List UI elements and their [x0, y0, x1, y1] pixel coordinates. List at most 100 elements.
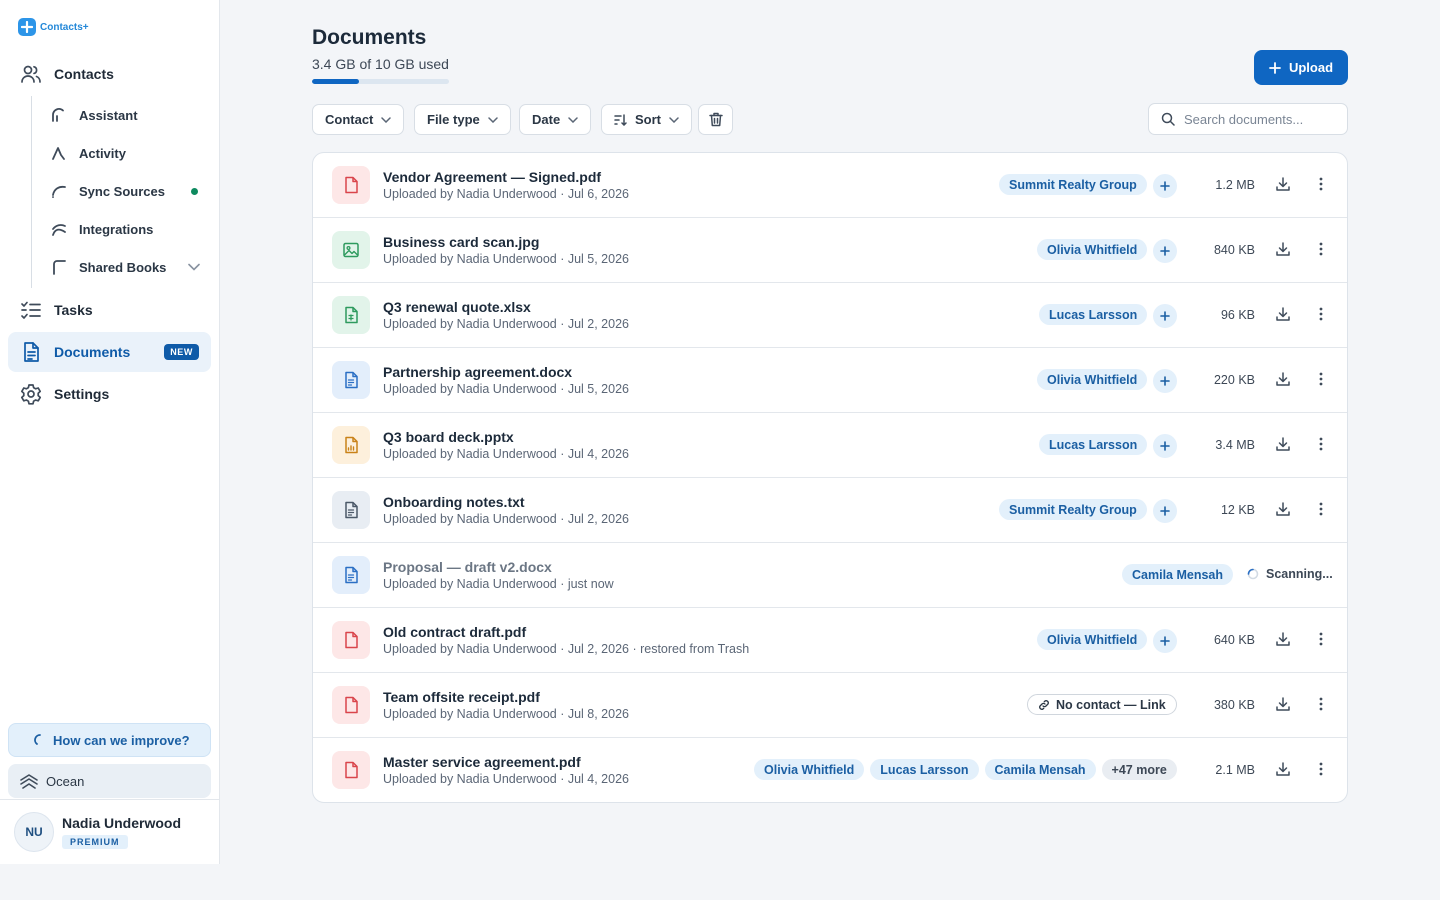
- document-name[interactable]: Partnership agreement.docx: [383, 364, 572, 380]
- file-size: 1.2 MB: [1215, 178, 1255, 192]
- more-options-icon[interactable]: [1313, 176, 1329, 192]
- contact-chip[interactable]: Olivia Whitfield: [754, 759, 865, 780]
- pdf-file-icon: [332, 166, 370, 204]
- contact-chip[interactable]: Lucas Larsson: [1039, 304, 1148, 325]
- nav-tasks[interactable]: Tasks: [8, 290, 211, 330]
- feedback-button[interactable]: How can we improve?: [8, 723, 211, 757]
- sidebar: Contacts+ Contacts Assistant Activity Sy…: [0, 0, 220, 864]
- document-name[interactable]: Q3 board deck.pptx: [383, 429, 514, 445]
- nav-contacts[interactable]: Contacts: [8, 54, 211, 94]
- contact-chip[interactable]: Summit Realty Group: [999, 174, 1147, 195]
- document-meta: Uploaded by Nadia Underwood · Jul 8, 202…: [383, 707, 629, 721]
- search-input[interactable]: [1184, 111, 1334, 127]
- plus-icon: [1269, 61, 1281, 74]
- upload-button[interactable]: Upload: [1254, 50, 1348, 85]
- document-row[interactable]: Vendor Agreement — Signed.pdf Uploaded by…: [313, 153, 1347, 218]
- download-icon[interactable]: [1275, 371, 1291, 387]
- document-name[interactable]: Old contract draft.pdf: [383, 624, 526, 640]
- sort-dropdown[interactable]: Sort: [601, 104, 692, 135]
- contact-chip[interactable]: Camila Mensah: [984, 759, 1096, 780]
- document-row[interactable]: Team offsite receipt.pdf Uploaded by Nadi…: [313, 673, 1347, 738]
- more-options-icon[interactable]: [1313, 761, 1329, 777]
- more-options-icon[interactable]: [1313, 436, 1329, 452]
- add-contact-button[interactable]: [1153, 499, 1177, 523]
- filter-file-type[interactable]: File type: [414, 104, 511, 135]
- scanning-label: Scanning...: [1266, 567, 1333, 581]
- add-contact-button[interactable]: [1153, 174, 1177, 198]
- document-name[interactable]: Q3 renewal quote.xlsx: [383, 299, 531, 315]
- add-contact-button[interactable]: [1153, 434, 1177, 458]
- download-icon[interactable]: [1275, 241, 1291, 257]
- document-meta: Uploaded by Nadia Underwood · Jul 5, 202…: [383, 252, 629, 266]
- chevron-down-icon[interactable]: [188, 263, 200, 271]
- filter-contact[interactable]: Contact: [312, 104, 405, 135]
- user-profile[interactable]: NU Nadia Underwood PREMIUM: [0, 799, 219, 864]
- search-box[interactable]: [1148, 103, 1348, 135]
- filter-date-label: Date: [532, 112, 561, 127]
- plus-icon: [1160, 506, 1170, 516]
- add-contact-button[interactable]: [1153, 304, 1177, 328]
- app-logo[interactable]: Contacts+: [18, 18, 89, 36]
- document-row[interactable]: Onboarding notes.txt Uploaded by Nadia Un…: [313, 478, 1347, 543]
- document-meta: Uploaded by Nadia Underwood · Jul 2, 202…: [383, 512, 629, 526]
- document-row[interactable]: Proposal — draft v2.docx Uploaded by Nadi…: [313, 543, 1347, 608]
- shared-books-icon: [50, 258, 68, 276]
- sidebar-item-assistant[interactable]: Assistant: [50, 96, 210, 134]
- download-icon[interactable]: [1275, 436, 1291, 452]
- pdf-file-icon: [332, 621, 370, 659]
- more-options-icon[interactable]: [1313, 371, 1329, 387]
- more-options-icon[interactable]: [1313, 241, 1329, 257]
- document-row[interactable]: Partnership agreement.docx Uploaded by Na…: [313, 348, 1347, 413]
- download-icon[interactable]: [1275, 306, 1291, 322]
- contact-chip[interactable]: Lucas Larsson: [1039, 434, 1148, 455]
- download-icon[interactable]: [1275, 761, 1291, 777]
- contact-chip[interactable]: Lucas Larsson: [870, 759, 979, 780]
- new-badge: NEW: [164, 344, 199, 360]
- document-row[interactable]: Q3 renewal quote.xlsx Uploaded by Nadia U…: [313, 283, 1347, 348]
- document-name[interactable]: Proposal — draft v2.docx: [383, 559, 552, 575]
- sidebar-item-integrations[interactable]: Integrations: [50, 210, 210, 248]
- download-icon[interactable]: [1275, 696, 1291, 712]
- nav-settings[interactable]: Settings: [8, 374, 211, 414]
- contact-chip[interactable]: Olivia Whitfield: [1037, 629, 1148, 650]
- document-row[interactable]: Master service agreement.pdf Uploaded by …: [313, 738, 1347, 802]
- document-name[interactable]: Onboarding notes.txt: [383, 494, 525, 510]
- add-contact-button[interactable]: [1153, 239, 1177, 263]
- sidebar-item-sync-sources[interactable]: Sync Sources: [50, 172, 210, 210]
- document-name[interactable]: Team offsite receipt.pdf: [383, 689, 540, 705]
- add-contact-button[interactable]: [1153, 369, 1177, 393]
- download-icon[interactable]: [1275, 176, 1291, 192]
- nav-documents[interactable]: Documents NEW: [8, 332, 211, 372]
- document-row[interactable]: Business card scan.jpg Uploaded by Nadia …: [313, 218, 1347, 283]
- logo-mark-icon: [18, 18, 36, 36]
- contact-chip[interactable]: Camila Mensah: [1122, 564, 1234, 585]
- more-options-icon[interactable]: [1313, 306, 1329, 322]
- contact-chip[interactable]: Olivia Whitfield: [1037, 369, 1148, 390]
- sidebar-item-label: Sync Sources: [79, 183, 165, 199]
- contact-chip[interactable]: Olivia Whitfield: [1037, 239, 1148, 260]
- feedback-label: How can we improve?: [53, 732, 190, 748]
- contact-chip[interactable]: Summit Realty Group: [999, 499, 1147, 520]
- document-name[interactable]: Master service agreement.pdf: [383, 754, 581, 770]
- more-contacts-chip[interactable]: +47 more: [1101, 759, 1177, 780]
- sidebar-item-shared-books[interactable]: Shared Books: [50, 248, 210, 286]
- document-name[interactable]: Business card scan.jpg: [383, 234, 539, 250]
- sidebar-item-activity[interactable]: Activity: [50, 134, 210, 172]
- filter-date[interactable]: Date: [519, 104, 592, 135]
- more-options-icon[interactable]: [1313, 501, 1329, 517]
- add-contact-button[interactable]: [1153, 629, 1177, 653]
- more-options-icon[interactable]: [1313, 631, 1329, 647]
- document-row[interactable]: Old contract draft.pdf Uploaded by Nadia …: [313, 608, 1347, 673]
- nav-settings-label: Settings: [54, 386, 110, 402]
- document-name[interactable]: Vendor Agreement — Signed.pdf: [383, 169, 601, 185]
- download-icon[interactable]: [1275, 631, 1291, 647]
- file-size: 96 KB: [1220, 308, 1255, 322]
- download-icon[interactable]: [1275, 501, 1291, 517]
- trash-button[interactable]: [698, 104, 733, 135]
- more-options-icon[interactable]: [1313, 696, 1329, 712]
- theme-selector[interactable]: Ocean: [8, 764, 211, 798]
- document-meta: Uploaded by Nadia Underwood · Jul 2, 202…: [383, 642, 750, 656]
- document-row[interactable]: Q3 board deck.pptx Uploaded by Nadia Unde…: [313, 413, 1347, 478]
- spreadsheet-file-icon: [332, 296, 370, 334]
- link-contact-chip[interactable]: No contact — Link: [1027, 694, 1177, 715]
